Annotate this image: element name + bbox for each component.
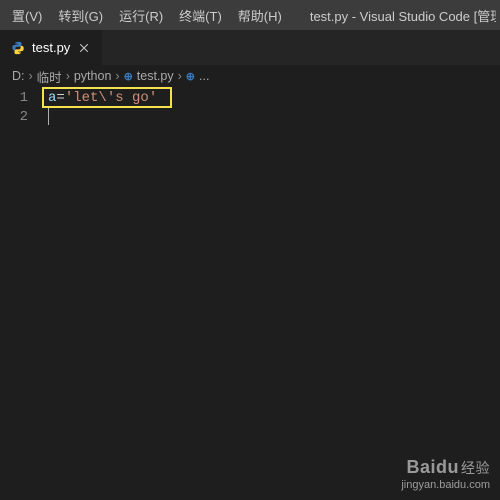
token-string: 'let\'s go': [65, 90, 157, 106]
tab-test-py[interactable]: test.py: [0, 30, 102, 65]
token-operator: =: [56, 90, 64, 106]
code-content[interactable]: a='let\'s go': [40, 87, 500, 500]
line-number: 2: [0, 108, 28, 127]
breadcrumb-file-label: test.py: [137, 69, 174, 83]
text-cursor: [48, 108, 49, 125]
chevron-right-icon: ›: [115, 69, 119, 83]
window-title: test.py - Visual Studio Code [管理: [290, 6, 496, 25]
breadcrumb-file[interactable]: ⊕ test.py: [124, 69, 174, 83]
breadcrumb-symbol[interactable]: ⊕ ...: [186, 69, 210, 83]
tab-bar: test.py: [0, 30, 500, 65]
breadcrumb-drive[interactable]: D:: [12, 69, 25, 83]
menu-view[interactable]: 置(V): [4, 0, 50, 30]
code-line-1[interactable]: a='let\'s go': [48, 89, 500, 108]
menu-terminal[interactable]: 终端(T): [171, 0, 230, 30]
breadcrumb-folder-1[interactable]: 临时: [37, 67, 62, 86]
line-gutter: 1 2: [0, 87, 40, 500]
breadcrumb-ellipsis: ...: [199, 69, 209, 83]
menubar: 置(V) 转到(G) 运行(R) 终端(T) 帮助(H) test.py - V…: [0, 0, 500, 30]
menu-goto[interactable]: 转到(G): [50, 0, 111, 30]
menu-run[interactable]: 运行(R): [111, 0, 171, 30]
breadcrumb[interactable]: D: › 临时 › python › ⊕ test.py › ⊕ ...: [0, 65, 500, 87]
tab-label: test.py: [32, 40, 70, 55]
code-line-2[interactable]: [48, 108, 500, 127]
close-icon[interactable]: [76, 40, 92, 56]
chevron-right-icon: ›: [29, 69, 33, 83]
chevron-right-icon: ›: [66, 69, 70, 83]
line-number: 1: [0, 89, 28, 108]
breadcrumb-folder-2[interactable]: python: [74, 69, 112, 83]
editor[interactable]: 1 2 a='let\'s go': [0, 87, 500, 500]
python-file-icon: [10, 40, 26, 56]
chevron-right-icon: ›: [178, 69, 182, 83]
menu-help[interactable]: 帮助(H): [230, 0, 290, 30]
python-file-icon: ⊕: [186, 70, 195, 83]
python-file-icon: ⊕: [124, 70, 133, 83]
